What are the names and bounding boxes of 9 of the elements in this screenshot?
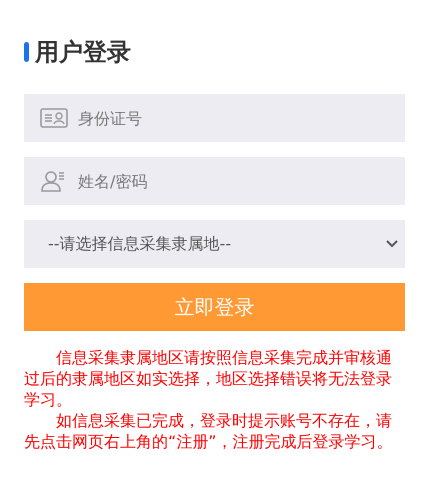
notice-text: 如信息采集已完成，登录时提示账号不存在，请先点击网页右上角的“注册”，注册完成后登录学习。 <box>24 410 394 452</box>
caret-icon <box>385 239 399 249</box>
region-select[interactable]: --请选择信息采集隶属地-- <box>24 220 405 268</box>
id-card-icon <box>40 107 68 129</box>
page-title: 用户登录 <box>35 37 131 68</box>
notice-text: 信息采集隶属地区请按照信息采集完成并审核通过后的隶属地区如实选择，地区选择错误将无法登录学习。 <box>24 347 393 410</box>
title-accent-bar <box>24 42 29 62</box>
id-number-field[interactable]: 身份证号 <box>24 94 405 142</box>
name-password-field[interactable]: 姓名/密码 <box>24 157 405 205</box>
